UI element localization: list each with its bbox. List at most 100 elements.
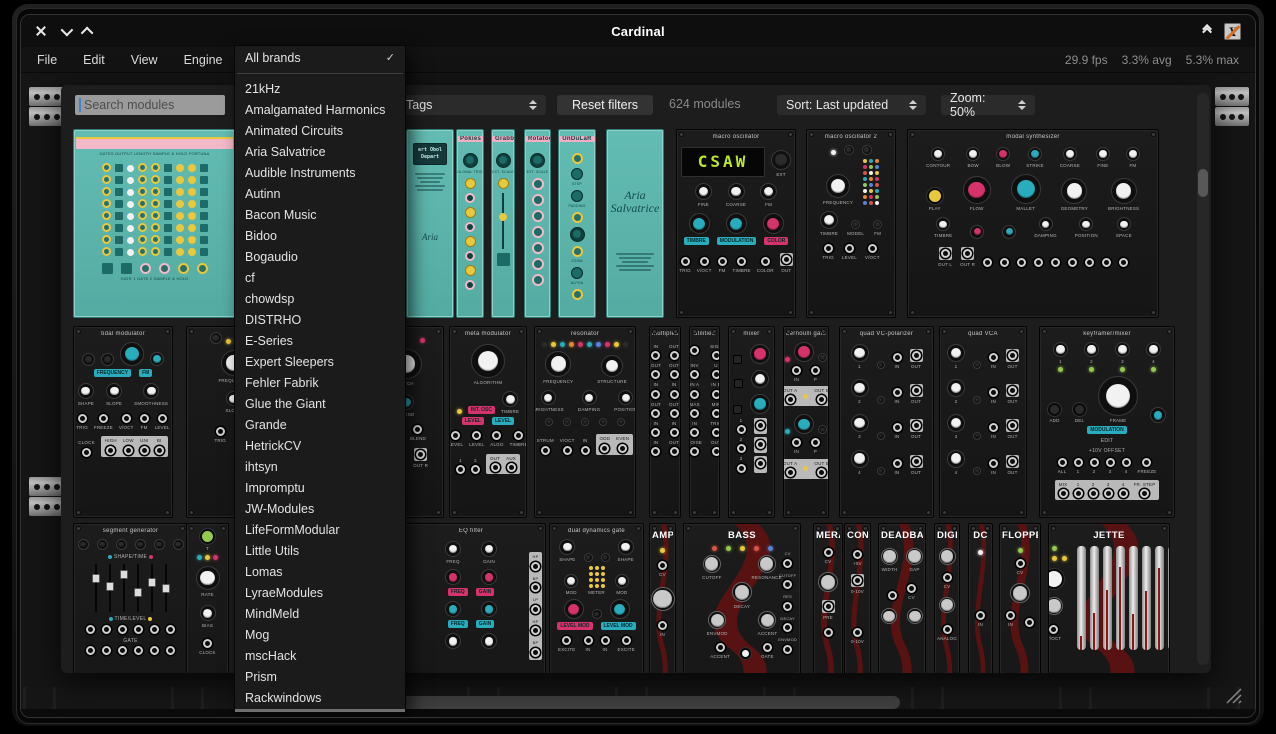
brand-menu-item[interactable]: Little Utils — [235, 540, 405, 561]
brand-menu-item[interactable]: Bacon Music — [235, 204, 405, 225]
brand-menu-item[interactable]: Autinn — [235, 183, 405, 204]
module-card-modal-synthesizer[interactable]: modal synthesizerCONTOURBOWBLOWSTRIKECOA… — [907, 129, 1159, 318]
sort-select[interactable]: Sort: Last updated — [777, 95, 926, 115]
close-icon[interactable] — [35, 25, 47, 37]
module-card-dual-dynamics-gate[interactable]: dual dynamics gateSHAPESHAPEMODMETERMODL… — [549, 523, 644, 673]
brand-menu-item[interactable]: Glue the Giant — [235, 393, 405, 414]
menu-item-engine[interactable]: Engine — [184, 53, 223, 67]
module-card-resonator[interactable]: resonatorFREQUENCYSTRUCTUREBRIGHTNESSDAM… — [534, 326, 636, 518]
module-card-aria-rotatoes[interactable]: RotatoesExt. Scale — [524, 129, 551, 318]
brand-menu-item[interactable]: chowdsp — [235, 288, 405, 309]
brand-menu-item[interactable]: Bogaudio — [235, 246, 405, 267]
brand-menu-item[interactable]: 21kHz — [235, 78, 405, 99]
tags-select[interactable]: Tags — [397, 95, 546, 115]
control-label: U — [714, 363, 717, 368]
brand-menu-item[interactable]: cf — [235, 267, 405, 288]
module-card-aria-grabby[interactable]: GrabbyExt. Scale — [491, 129, 515, 318]
module-card-module-hidden-c[interactable]: tRATEBIASCLOCK — [186, 523, 229, 673]
module-card-eq-filter[interactable]: EQ filterFREQGAINFREQGAINFREQGAINHPBPLPH… — [396, 523, 546, 673]
control-cell — [205, 555, 210, 560]
brand-menu-item[interactable]: MindMeld — [235, 603, 405, 624]
module-card-mixer[interactable]: mixer123 — [728, 326, 775, 518]
control-cell: SIGN — [710, 344, 720, 360]
module-card-utilities[interactable]: utilitiesSIGNINVUIN AIN BMAXMININTRIGNOI… — [689, 326, 720, 518]
menu-item-edit[interactable]: Edit — [83, 53, 105, 67]
module-card-quad-vca[interactable]: quad VCA1INOUT2INOUT3INOUT4INOUT — [939, 326, 1027, 518]
port-icon — [811, 366, 820, 375]
module-card-segment-generator[interactable]: segment generatorSHAPE/TIMETIME/LEVELGAT… — [73, 523, 188, 673]
brand-menu-item[interactable]: Prism — [235, 666, 405, 687]
module-card-digi[interactable]: DIGICVANALOG — [934, 523, 960, 673]
control-cell: ALGO — [490, 431, 503, 447]
menu-item-file[interactable]: File — [37, 53, 57, 67]
module-card-multiples[interactable]: multiplesINOUTOUTOUTININOUTOUTINININOUT — [649, 326, 681, 518]
brand-menu-item[interactable]: Grande — [235, 414, 405, 435]
matrix-cell — [102, 247, 111, 256]
brand-menu-item[interactable]: Animated Circuits — [235, 120, 405, 141]
module-card-aria-matrix[interactable]: Gates Output Length Sample & Hold Fortun… — [73, 129, 236, 318]
search-input[interactable] — [75, 95, 225, 115]
module-card-deadband[interactable]: DEADBANDWIDTHGAPCV — [878, 523, 926, 673]
brand-menu-item[interactable]: mscHack — [235, 645, 405, 666]
module-card-conv[interactable]: CONV+5V0-10V0-10V — [844, 523, 871, 673]
brand-menu-item[interactable]: Aria Salvatrice — [235, 141, 405, 162]
screw-icon — [76, 526, 81, 531]
brand-menu-item[interactable]: Rackwindows — [235, 687, 405, 708]
horizontal-scrollbar-thumb[interactable] — [377, 696, 900, 709]
control-cell — [785, 357, 790, 362]
module-title: Rotatoes — [525, 136, 551, 142]
module-card-bernoulli-gate[interactable]: bernoulli gateINPOUT AOUT BINPOUT AOUT B — [783, 326, 829, 518]
port-icon — [472, 431, 481, 440]
module-card-mera[interactable]: MERACVPRE — [813, 523, 843, 673]
module-card-aria-pokies[interactable]: PokiesGlobal Trig — [456, 129, 484, 318]
brand-menu-item[interactable]: E-Series — [235, 330, 405, 351]
brand-menu-item[interactable]: Mog — [235, 624, 405, 645]
module-card-dc[interactable]: DCIN — [968, 523, 993, 673]
vertical-scrollbar-track[interactable] — [1197, 93, 1209, 665]
reset-filters-button[interactable]: Reset filters — [557, 95, 653, 115]
brand-menu-item[interactable]: Expert Sleepers — [235, 351, 405, 372]
brand-menu-item-all[interactable]: All brands ✓ — [235, 46, 405, 69]
titlebar: Cardinal X — [21, 15, 1255, 47]
resize-grip-icon[interactable] — [1221, 683, 1243, 705]
module-card-keyframer-mixer[interactable]: keyframer/mixer1234ADDDELFRAMEMODULATION… — [1039, 326, 1175, 518]
module-card-aria-undular[interactable]: UnDuLaRStepPaddingZoomAlpha — [558, 129, 596, 318]
module-card-tidal-modulator[interactable]: tidal modulatorFREQUENCYFMSHAPESLOPESMOO… — [73, 326, 173, 518]
brand-menu-item[interactable]: Amalgamated Harmonics — [235, 99, 405, 120]
module-card-amp[interactable]: AMPCVIN — [649, 523, 676, 673]
chevron-up-icon[interactable] — [81, 26, 94, 39]
vertical-scrollbar-thumb[interactable] — [1198, 169, 1208, 197]
brand-menu-item[interactable]: DISTRHO — [235, 309, 405, 330]
brand-menu-item[interactable]: Impromptu — [235, 477, 405, 498]
module-card-jette[interactable]: JETTEV/OCT — [1048, 523, 1170, 673]
module-card-macro-oscillator[interactable]: macro oscillatorCSAWEXTFINECOARSEFMTIMBR… — [676, 129, 796, 318]
brand-menu-item[interactable]: HetrickCV — [235, 435, 405, 456]
control-cell: BIAS — [200, 605, 216, 628]
control-cell: MIX — [1059, 482, 1068, 498]
brand-menu-item[interactable]: Lomas — [235, 561, 405, 582]
matrix-row — [102, 187, 208, 196]
module-card-macro-oscillator-2[interactable]: macro oscillator 2FREQUENCYTIMBREMODELFM… — [806, 129, 896, 318]
screw-icon — [881, 526, 886, 531]
module-card-flopper[interactable]: FLOPPERCVIN — [999, 523, 1041, 673]
brand-menu-item[interactable]: Fehler Fabrik — [235, 372, 405, 393]
brand-menu-item[interactable]: JW-Modules — [235, 498, 405, 519]
chevron-down-icon[interactable] — [61, 23, 74, 36]
brand-menu-item[interactable]: ihtsyn — [235, 456, 405, 477]
module-card-aria-psychopump[interactable]: ert ObolDepartAria — [406, 129, 454, 318]
control-cell: DECAY — [732, 582, 752, 609]
module-body: +5V0-10V0-10V — [845, 543, 870, 646]
module-card-quad-vc-polarizer[interactable]: quad VC-polarizer1INOUT2INOUT3INOUT4INOU… — [839, 326, 934, 518]
module-card-aria-splash[interactable]: AriaSalvatrice — [606, 129, 664, 318]
brand-menu-item[interactable]: LyraeModules — [235, 582, 405, 603]
module-card-bass[interactable]: BASSCUTOFFRESONANCEDECAYENVMODACCENTACCE… — [683, 523, 801, 673]
module-card-meta-modulator[interactable]: meta modulatorALGORITHMINT. OSCTIMBRELEV… — [449, 326, 527, 518]
port-icon — [712, 351, 720, 360]
zoom-select[interactable]: Zoom: 50% — [941, 95, 1035, 115]
rollup-icon[interactable] — [1205, 28, 1212, 34]
brand-menu-item[interactable]: LifeFormModular — [235, 519, 405, 540]
screw-icon — [692, 510, 697, 515]
brand-menu-item[interactable]: Bidoo — [235, 225, 405, 246]
menu-item-view[interactable]: View — [131, 53, 158, 67]
brand-menu-item[interactable]: Audible Instruments — [235, 162, 405, 183]
